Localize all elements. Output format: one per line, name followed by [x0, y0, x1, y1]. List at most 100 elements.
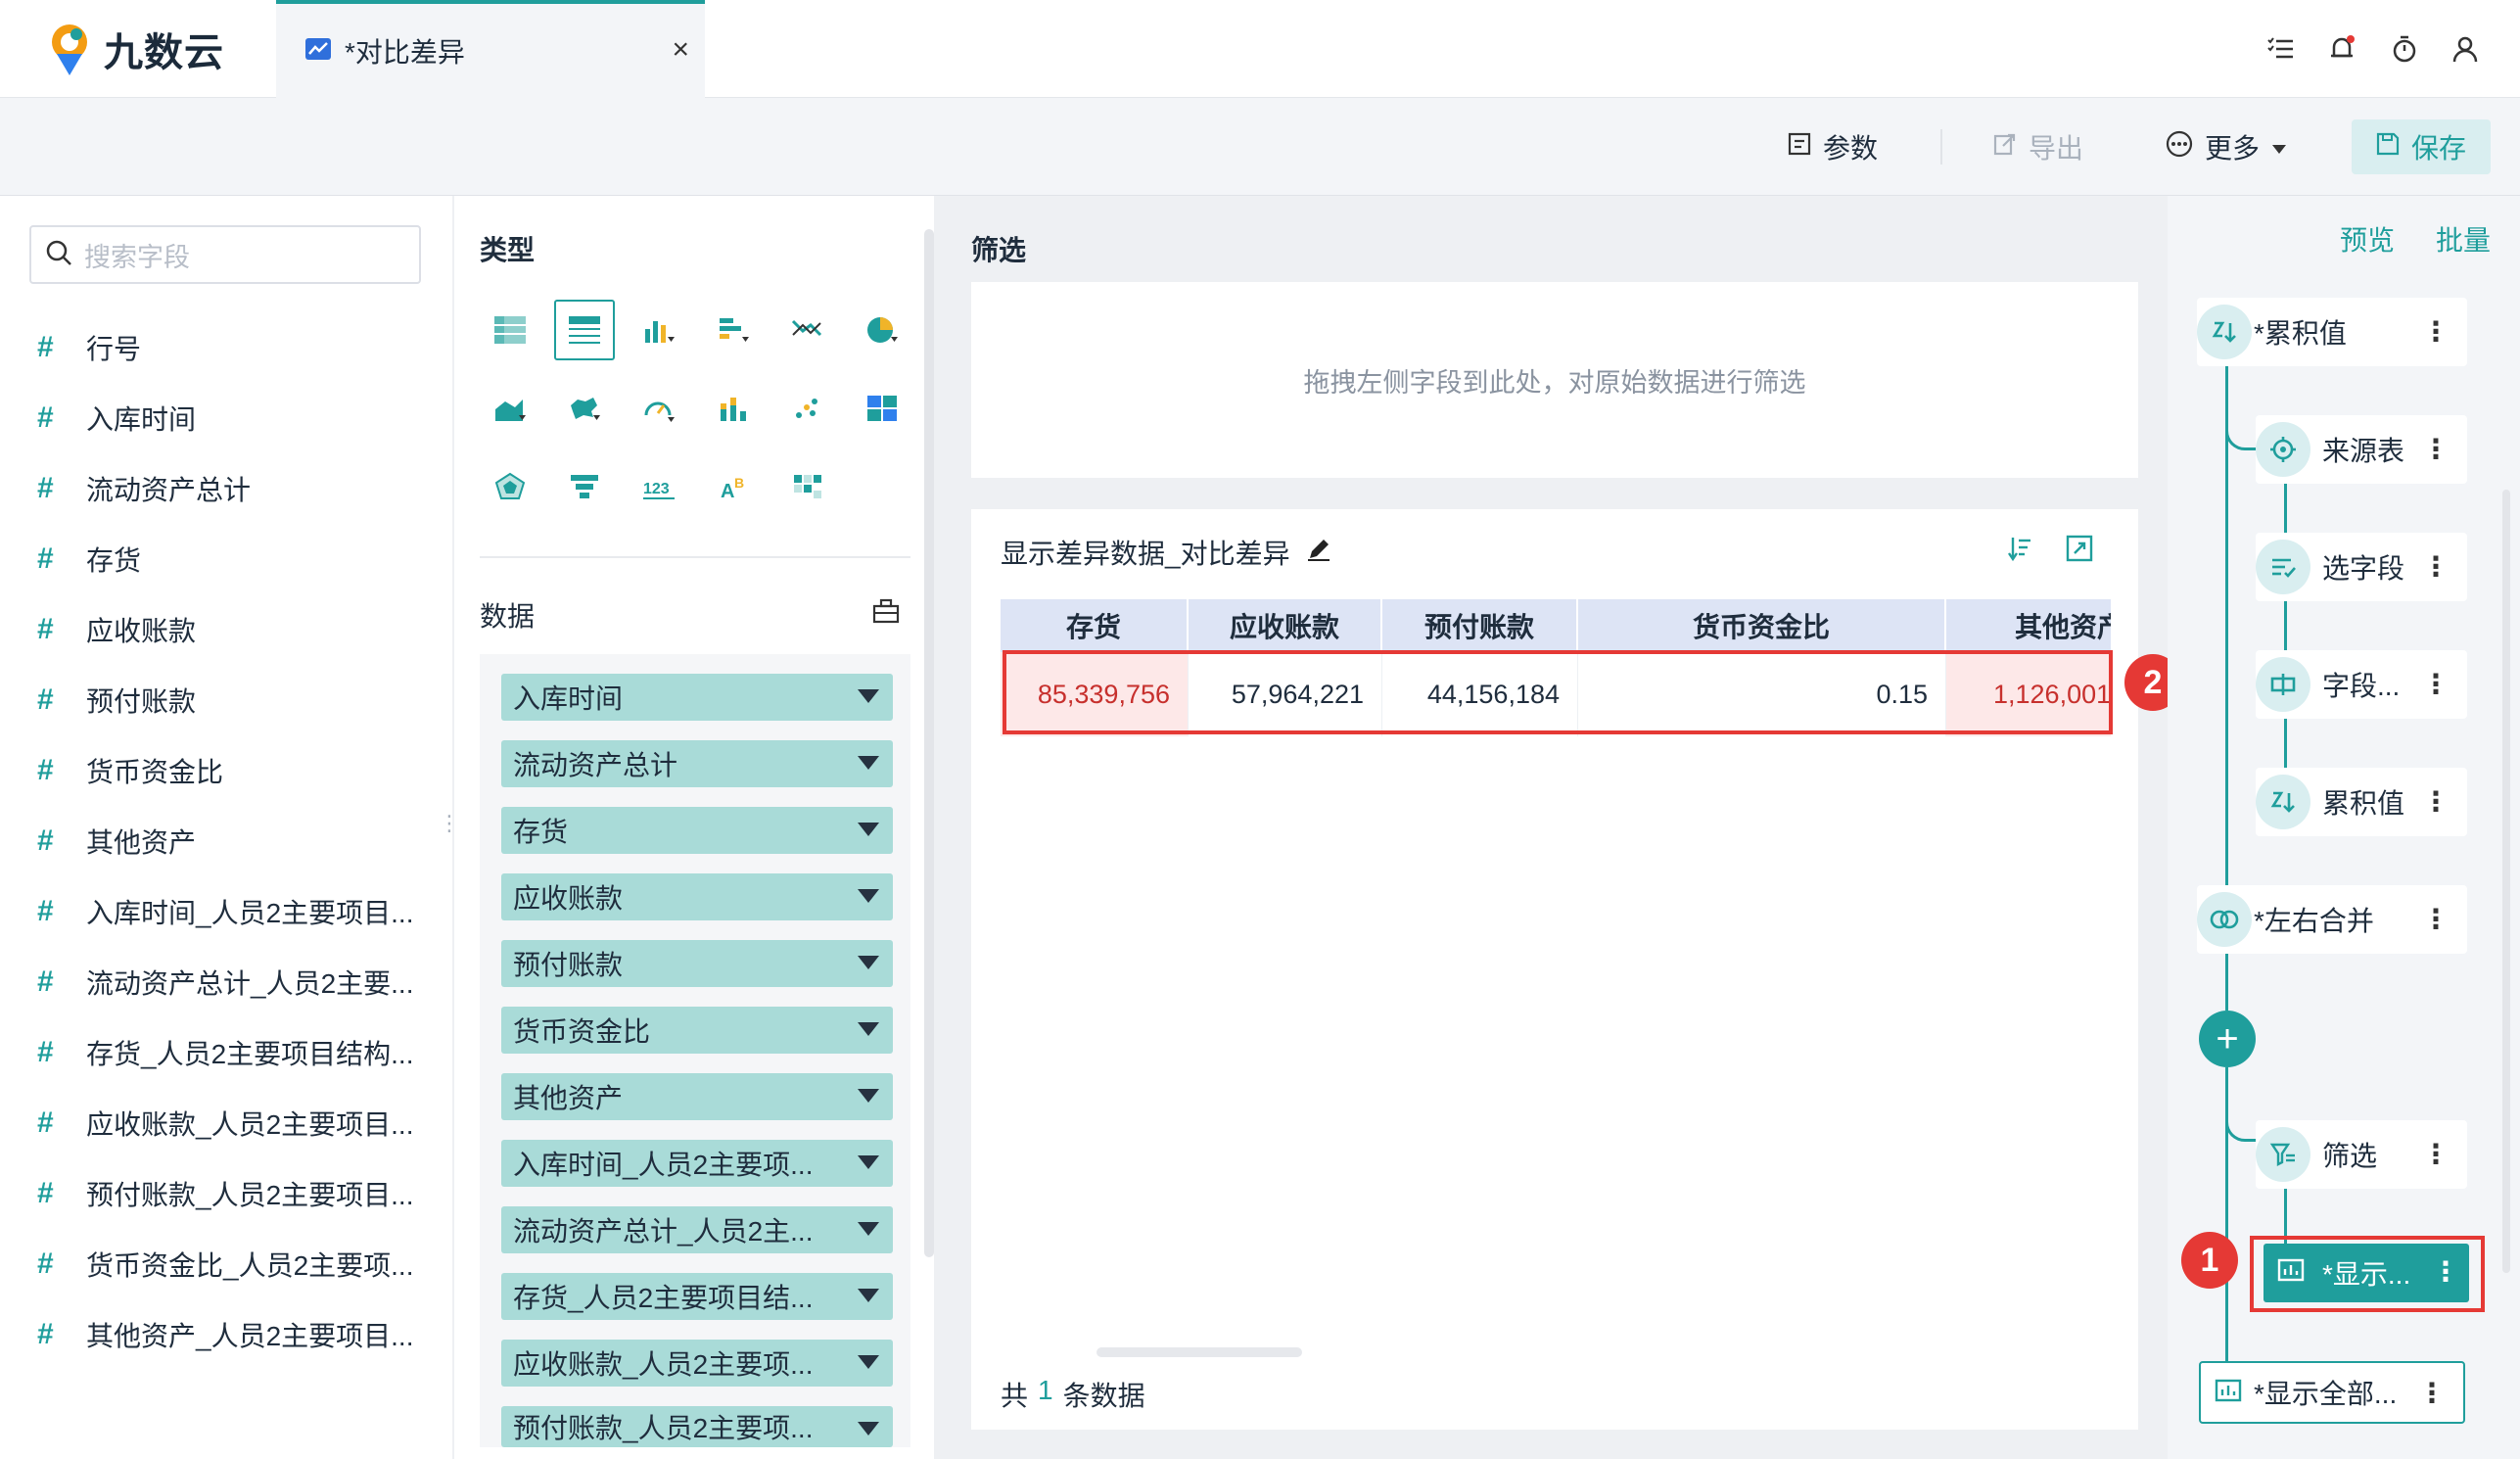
caret-down-icon[interactable]	[858, 1289, 879, 1302]
data-field-pill[interactable]: 货币资金比	[501, 1007, 893, 1054]
user-icon[interactable]	[2446, 29, 2485, 69]
tab-close-icon[interactable]: ×	[672, 33, 689, 67]
word-cloud-type-icon[interactable]: AB	[703, 456, 764, 517]
more-vertical-icon[interactable]: ⋮	[2422, 785, 2450, 818]
field-item[interactable]: # 货币资金比	[37, 746, 429, 795]
caret-down-icon[interactable]	[858, 1022, 879, 1036]
params-button[interactable]: 参数	[1788, 119, 1878, 174]
more-vertical-icon[interactable]: ⋮	[2422, 550, 2450, 583]
caret-down-icon[interactable]	[858, 1355, 879, 1369]
column-header[interactable]: 预付账款	[1382, 599, 1578, 652]
timer-icon[interactable]	[2385, 29, 2424, 69]
bar-chart-type-icon[interactable]	[629, 300, 689, 360]
data-field-pill[interactable]: 应收账款	[501, 873, 893, 920]
pie-chart-type-icon[interactable]	[852, 300, 912, 360]
scatter-chart-type-icon[interactable]	[777, 378, 838, 439]
horizontal-scrollbar[interactable]	[1097, 1347, 1302, 1357]
line-chart-type-icon[interactable]	[777, 300, 838, 360]
funnel-chart-type-icon[interactable]	[554, 456, 615, 517]
task-list-icon[interactable]	[2262, 29, 2301, 69]
batch-link[interactable]: 批量	[2436, 219, 2491, 259]
flow-node-merge[interactable]: *左右合并 ⋮	[2197, 885, 2467, 954]
add-step-button[interactable]: +	[2199, 1011, 2256, 1067]
fullscreen-icon[interactable]	[2066, 535, 2093, 567]
radar-chart-type-icon[interactable]	[480, 456, 540, 517]
app-logo[interactable]: 九数云	[47, 18, 224, 80]
sort-icon[interactable]	[2007, 535, 2034, 567]
stacked-bar-type-icon[interactable]	[703, 378, 764, 439]
data-field-pill[interactable]: 流动资产总计	[501, 740, 893, 787]
data-field-pill[interactable]: 其他资产	[501, 1073, 893, 1120]
column-header[interactable]: 应收账款	[1189, 599, 1382, 652]
area-chart-type-icon[interactable]	[480, 378, 540, 439]
kpi-number-type-icon[interactable]: 123	[629, 456, 689, 517]
edit-pen-icon[interactable]	[1306, 537, 1331, 569]
flow-node-source[interactable]: 来源表 ⋮	[2256, 415, 2467, 484]
notification-bell-icon[interactable]	[2322, 29, 2361, 69]
heatmap-type-icon[interactable]	[777, 456, 838, 517]
field-item[interactable]: # 入库时间_人员2主要项目...	[37, 887, 429, 936]
caret-down-icon[interactable]	[858, 823, 879, 836]
data-field-pill[interactable]: 入库时间_人员2主要项...	[501, 1140, 893, 1187]
caret-down-icon[interactable]	[858, 1155, 879, 1169]
filter-drop-zone[interactable]: 拖拽左侧字段到此处，对原始数据进行筛选	[971, 282, 2138, 478]
dashboard-layout-type-icon[interactable]	[852, 378, 912, 439]
more-vertical-icon[interactable]: ⋮	[2422, 1138, 2450, 1170]
field-item[interactable]: # 其他资产_人员2主要项目...	[37, 1310, 429, 1359]
cross-table-type-icon[interactable]	[480, 300, 540, 360]
flow-node-select-fields[interactable]: 选字段 ⋮	[2256, 533, 2467, 601]
field-item[interactable]: # 应收账款_人员2主要项目...	[37, 1099, 429, 1148]
data-field-pill[interactable]: 存货	[501, 807, 893, 854]
field-item[interactable]: # 存货	[37, 535, 429, 584]
field-item[interactable]: # 其他资产	[37, 817, 429, 866]
search-field-input[interactable]: 搜索字段	[29, 225, 421, 284]
field-item[interactable]: # 货币资金比_人员2主要项...	[37, 1240, 429, 1289]
more-vertical-icon[interactable]: ⋮	[2422, 433, 2450, 465]
data-field-pill[interactable]: 存货_人员2主要项目结...	[501, 1273, 893, 1320]
caret-down-icon[interactable]	[858, 756, 879, 770]
more-vertical-icon[interactable]: ⋮	[2418, 1377, 2446, 1409]
caret-down-icon[interactable]	[858, 956, 879, 969]
flow-node-show-all[interactable]: *显示全部... ⋮	[2199, 1361, 2465, 1424]
tab-compare-diff[interactable]: *对比差异 ×	[276, 0, 705, 98]
flow-node-cumulative-top[interactable]: *累积值 ⋮	[2197, 298, 2467, 366]
data-settings-icon[interactable]	[871, 597, 901, 630]
flow-node-cumulative[interactable]: 累积值 ⋮	[2256, 768, 2467, 836]
data-field-pill[interactable]: 预付账款_人员2主要项...	[501, 1406, 893, 1447]
field-item[interactable]: # 流动资产总计_人员2主要...	[37, 958, 429, 1007]
vertical-scrollbar[interactable]	[924, 229, 934, 1257]
gauge-chart-type-icon[interactable]	[629, 378, 689, 439]
more-dropdown[interactable]: 更多	[2166, 119, 2287, 174]
caret-down-icon[interactable]	[858, 1222, 879, 1236]
data-field-pill[interactable]: 流动资产总计_人员2主...	[501, 1206, 893, 1253]
more-vertical-icon[interactable]: ⋮	[2422, 315, 2450, 348]
horizontal-bar-type-icon[interactable]	[703, 300, 764, 360]
field-item[interactable]: # 入库时间	[37, 394, 429, 443]
export-button[interactable]: 导出	[1993, 119, 2083, 174]
caret-down-icon[interactable]	[858, 1422, 879, 1435]
field-item[interactable]: # 行号	[37, 323, 429, 372]
field-item[interactable]: # 应收账款	[37, 605, 429, 654]
more-vertical-icon[interactable]: ⋮	[2422, 903, 2450, 935]
flow-node-filter[interactable]: 筛选 ⋮	[2256, 1120, 2467, 1189]
field-item[interactable]: # 存货_人员2主要项目结构...	[37, 1028, 429, 1077]
caret-down-icon[interactable]	[858, 689, 879, 703]
data-field-pill[interactable]: 入库时间	[501, 674, 893, 721]
map-chart-type-icon[interactable]	[554, 378, 615, 439]
save-button[interactable]: 保存	[2352, 119, 2491, 174]
flow-scrollbar[interactable]	[2502, 490, 2510, 1273]
field-item[interactable]: # 预付账款_人员2主要项目...	[37, 1169, 429, 1218]
field-item[interactable]: # 预付账款	[37, 676, 429, 725]
column-header[interactable]: 存货	[1001, 599, 1189, 652]
caret-down-icon[interactable]	[858, 1089, 879, 1103]
column-header[interactable]: 其他资产	[1946, 599, 2111, 652]
flow-node-field-settings[interactable]: 字段... ⋮	[2256, 650, 2467, 719]
more-vertical-icon[interactable]: ⋮	[2422, 668, 2450, 700]
data-field-pill[interactable]: 预付账款	[501, 940, 893, 987]
data-field-pill[interactable]: 应收账款_人员2主要项...	[501, 1340, 893, 1387]
column-header[interactable]: 货币资金比	[1578, 599, 1946, 652]
preview-link[interactable]: 预览	[2340, 219, 2395, 259]
field-item[interactable]: # 流动资产总计	[37, 464, 429, 513]
caret-down-icon[interactable]	[858, 889, 879, 903]
detail-table-type-icon[interactable]	[554, 300, 615, 360]
